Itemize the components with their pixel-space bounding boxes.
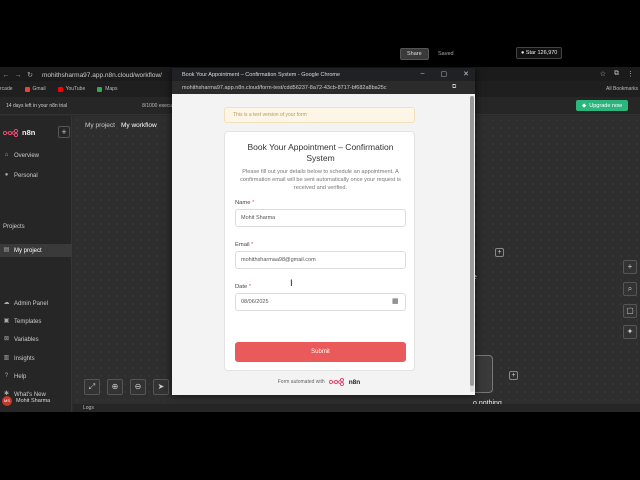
- footer-text: Form automated with: [277, 379, 325, 385]
- test-version-banner: This is a test version of your form: [224, 107, 415, 123]
- ai-sparkle-icon[interactable]: ✦: [623, 325, 637, 339]
- text-cursor-icon: I: [290, 279, 293, 289]
- user-name: Mohit Sharma: [16, 398, 51, 404]
- scrollbar-thumb[interactable]: [470, 96, 474, 386]
- projects-heading: Projects: [3, 224, 25, 230]
- logs-bar[interactable]: Logs: [73, 404, 640, 412]
- box-icon: ▣: [3, 318, 10, 324]
- search-nodes-icon[interactable]: ⌕: [623, 282, 637, 296]
- add-button[interactable]: +: [58, 126, 70, 138]
- date-field[interactable]: 08/06/2025 ▦: [235, 293, 406, 311]
- sidebar-item-admin-panel[interactable]: ☁ Admin Panel: [0, 297, 72, 310]
- popup-title: Book Your Appointment – Confirmation Sys…: [182, 71, 341, 78]
- upgrade-button[interactable]: ◆ Upgrade now: [576, 100, 628, 111]
- email-field[interactable]: mohithsharmaa98@gmail.com: [235, 251, 406, 269]
- sidebar-item-my-project[interactable]: ▤ My project: [0, 244, 72, 257]
- reload-icon[interactable]: ↻: [24, 71, 36, 79]
- calendar-icon[interactable]: ▦: [392, 298, 400, 306]
- form-popup-window: Book Your Appointment – Confirmation Sys…: [172, 68, 475, 395]
- bookmark-maps[interactable]: Maps: [97, 86, 117, 92]
- popup-titlebar: Book Your Appointment – Confirmation Sys…: [172, 68, 475, 81]
- breadcrumb: My project My workflow: [85, 122, 157, 129]
- add-node-plus-icon[interactable]: +: [509, 371, 518, 380]
- email-label: Email *: [235, 242, 254, 248]
- form-card: Book Your Appointment – Confirmation Sys…: [224, 131, 415, 371]
- github-star-button[interactable]: ● Star 126,970: [516, 47, 563, 59]
- required-mark: *: [252, 200, 255, 206]
- panel-icon[interactable]: ▢: [623, 304, 637, 318]
- user-menu[interactable]: MS Mohit Sharma: [0, 396, 72, 406]
- extensions-icon[interactable]: ⧉: [614, 70, 619, 78]
- minimize-icon[interactable]: –: [421, 70, 425, 78]
- layers-icon: ▤: [3, 247, 10, 253]
- form-title: Book Your Appointment – Confirmation Sys…: [247, 142, 394, 163]
- close-icon[interactable]: ✕: [463, 70, 469, 78]
- name-field[interactable]: Mohit Sharma: [235, 209, 406, 227]
- breadcrumb-workflow[interactable]: My workflow: [121, 122, 157, 129]
- open-in-browser-icon[interactable]: ⧉: [452, 84, 456, 91]
- required-mark: *: [248, 284, 252, 290]
- sidebar-item-variables[interactable]: ⊠ Variables: [0, 333, 72, 346]
- bookmark-gmail[interactable]: Gmail: [24, 86, 46, 92]
- n8n-logo-icon: [3, 128, 19, 137]
- chart-icon: ▥: [3, 355, 10, 361]
- date-label: Date *: [235, 284, 252, 290]
- required-mark: *: [251, 242, 254, 248]
- name-label: Name *: [235, 200, 255, 206]
- zoom-fit-right-icon[interactable]: +: [623, 260, 637, 274]
- scrollbar[interactable]: [470, 96, 474, 392]
- add-node-plus-icon[interactable]: +: [495, 248, 504, 257]
- cloud-icon: ☁: [3, 300, 10, 306]
- youtube-icon: [57, 86, 63, 92]
- logo-text: n8n: [22, 128, 36, 137]
- form-page: This is a test version of your form Book…: [172, 94, 475, 395]
- url-text[interactable]: mohithsharma97.app.n8n.cloud/workflow/: [42, 72, 192, 79]
- form-description: Please fill out your details below to sc…: [240, 169, 401, 191]
- forward-icon[interactable]: →: [12, 72, 24, 79]
- breadcrumb-project[interactable]: My project: [85, 122, 115, 129]
- sidebar-item-help[interactable]: ? Help: [0, 370, 72, 383]
- bookmark-youtube[interactable]: YouTube: [57, 86, 85, 92]
- date-value: 08/06/2025: [241, 299, 269, 305]
- trial-text: 14 days left in your n8n trial: [6, 102, 68, 109]
- zoom-in-icon[interactable]: ⊕: [107, 379, 123, 395]
- popup-urlbar: mohithsharma97.app.n8n.cloud/form-test/c…: [172, 81, 475, 94]
- sidebar-item-personal[interactable]: ● Personal: [0, 169, 72, 182]
- footer-logo-text: n8n: [348, 378, 361, 386]
- help-icon: ?: [4, 373, 9, 379]
- bookmark-prefix[interactable]: rcade: [0, 86, 13, 92]
- popup-url[interactable]: mohithsharma97.app.n8n.cloud/form-test/c…: [182, 85, 452, 91]
- share-button[interactable]: Share: [400, 48, 429, 60]
- avatar: MS: [2, 396, 12, 406]
- saved-status: Saved: [438, 51, 454, 57]
- bookmark-star-icon[interactable]: ☆: [600, 70, 606, 78]
- submit-button[interactable]: Submit: [235, 342, 406, 362]
- github-icon: ●: [521, 50, 525, 56]
- form-footer: Form automated with n8n: [172, 378, 466, 386]
- n8n-logo-icon: [328, 378, 344, 386]
- sidebar-item-insights[interactable]: ▥ Insights: [0, 352, 72, 365]
- maps-icon: [97, 86, 103, 92]
- diamond-icon: ◆: [582, 102, 587, 109]
- gmail-icon: [24, 86, 30, 92]
- sidebar: n8n + ⌂ Overview ● Personal Projects ▤ M…: [0, 116, 72, 412]
- menu-icon[interactable]: ⋮: [627, 70, 634, 78]
- variables-icon: ⊠: [3, 336, 10, 342]
- sidebar-item-templates[interactable]: ▣ Templates: [0, 315, 72, 328]
- sidebar-item-overview[interactable]: ⌂ Overview: [0, 149, 72, 162]
- back-icon[interactable]: ←: [0, 72, 12, 79]
- all-bookmarks[interactable]: All Bookmarks: [606, 86, 638, 92]
- maximize-icon[interactable]: ▢: [441, 70, 448, 78]
- user-icon: ●: [4, 172, 9, 178]
- pointer-icon[interactable]: ➤: [153, 379, 169, 395]
- fit-view-icon[interactable]: ⤢: [84, 379, 100, 395]
- zoom-out-icon[interactable]: ⊖: [130, 379, 146, 395]
- home-icon: ⌂: [4, 152, 9, 158]
